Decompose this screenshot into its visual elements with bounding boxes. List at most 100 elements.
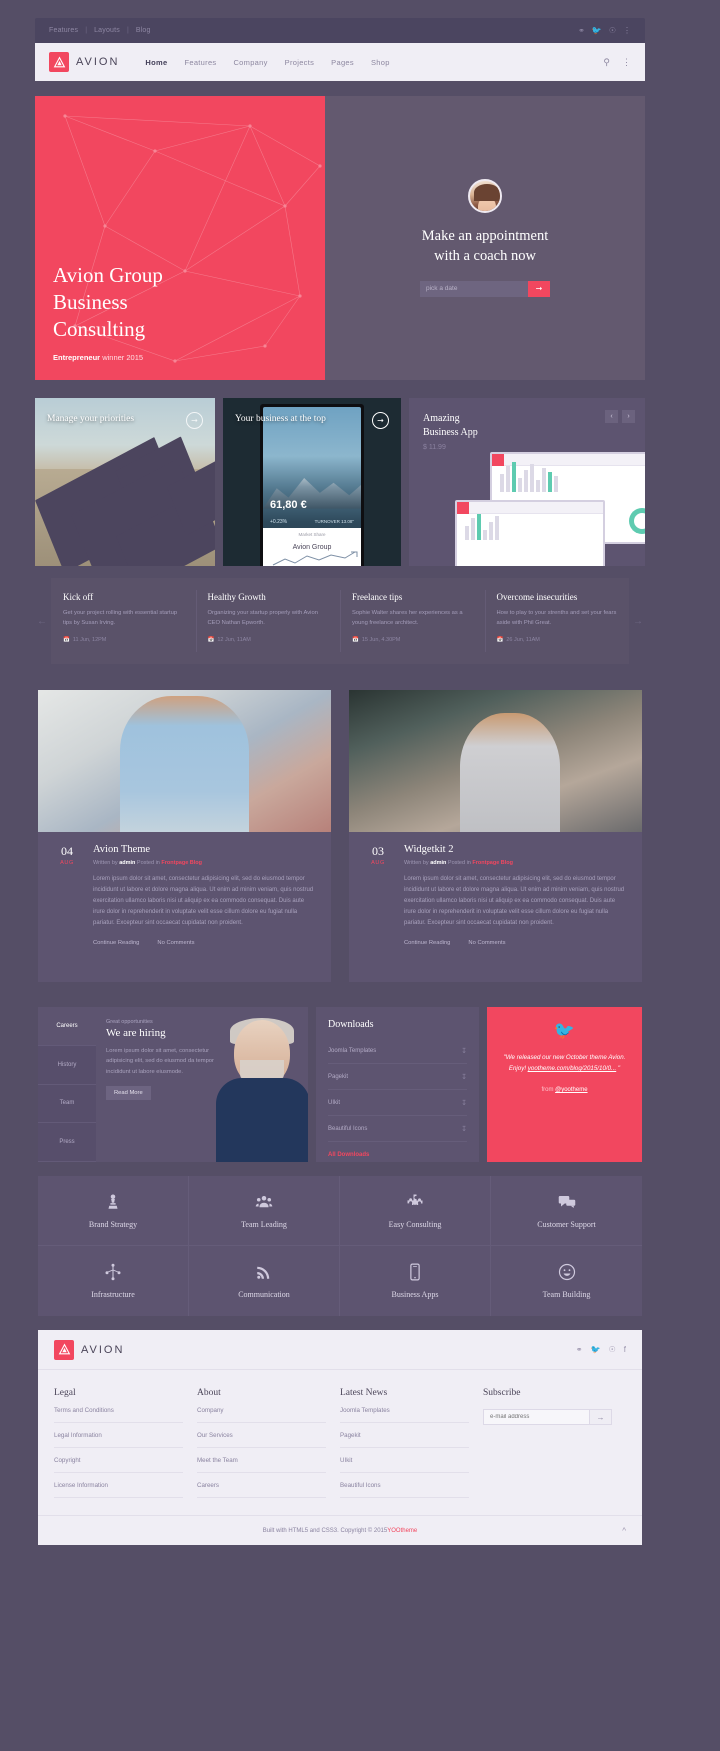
post-category[interactable]: Frontpage Blog (472, 860, 513, 866)
service-team-building[interactable]: Team Building (491, 1246, 642, 1316)
download-item[interactable]: Pagekit ↧ (328, 1064, 467, 1090)
copyright-text: Built with HTML5 and CSS3. Copyright © 2… (262, 1527, 388, 1534)
tweet-link[interactable]: yootheme.com/blog/2015/10/0... (528, 1065, 616, 1072)
services-grid: Brand Strategy Team Leading Easy Consult… (38, 1176, 642, 1316)
download-icon[interactable]: ↧ (461, 1047, 467, 1055)
continue-reading-link[interactable]: Continue Reading (93, 940, 139, 946)
footer-link[interactable]: Meet the Team (197, 1448, 326, 1473)
appointment-submit-button[interactable]: ➞ (528, 280, 550, 297)
ticker-item[interactable]: Kick off Get your project rolling with e… (51, 578, 196, 664)
nav-item-pages[interactable]: Pages (331, 58, 354, 67)
footer-link[interactable]: Company (197, 1398, 326, 1423)
service-communication[interactable]: Communication (189, 1246, 340, 1316)
copyright-brand[interactable]: YOOtheme (387, 1528, 417, 1534)
site-footer: AVION ⚭ 🐦 ☉ f Legal Terms and Conditions… (38, 1330, 642, 1545)
comments-link[interactable]: No Comments (468, 940, 505, 946)
ticker-item[interactable]: Overcome insecurities How to play to you… (484, 578, 630, 664)
downloads-panel: Downloads Joomla Templates ↧ Pagekit ↧ UIk… (316, 1007, 479, 1162)
post-author[interactable]: admin (430, 860, 446, 866)
twitter-icon[interactable]: 🐦 (591, 1345, 601, 1354)
ticker-item[interactable]: Healthy Growth Organizing your startup p… (195, 578, 341, 664)
footer-link[interactable]: UIkit (340, 1448, 469, 1473)
footer-columns: Legal Terms and Conditions Legal Informa… (38, 1370, 642, 1498)
download-item[interactable]: Beautiful Icons ↧ (328, 1116, 467, 1142)
date-picker-input[interactable] (420, 280, 528, 297)
tab-team[interactable]: Team (38, 1085, 96, 1124)
footer-link[interactable]: Legal Information (54, 1423, 183, 1448)
github-icon[interactable]: ⚭ (578, 26, 585, 35)
hero-title-line3: Consulting (53, 317, 146, 342)
brand-logo[interactable]: AVION (49, 52, 119, 72)
footer-brand-logo[interactable]: AVION (54, 1339, 124, 1360)
topbar-link-features[interactable]: Features (49, 27, 78, 34)
arrow-right-icon[interactable]: → (633, 616, 643, 627)
ticker-item[interactable]: Freelance tips Sophie Walter shares her … (340, 578, 485, 664)
arrow-right-icon[interactable]: ➞ (186, 412, 203, 429)
showcase-card-business-app[interactable]: Amazing Business App $ 11.99 ‹ › (409, 398, 645, 566)
service-easy-consulting[interactable]: Easy Consulting (340, 1176, 491, 1246)
tweet-handle[interactable]: @yootheme (555, 1087, 587, 1093)
avion-logo-icon (54, 1339, 74, 1360)
post-featured-image[interactable] (38, 690, 331, 832)
footer-link[interactable]: Copyright (54, 1448, 183, 1473)
footer-link[interactable]: Terms and Conditions (54, 1398, 183, 1423)
tab-history[interactable]: History (38, 1046, 96, 1085)
footer-column-latest-news: Latest News Joomla Templates Pagekit UIk… (340, 1388, 483, 1498)
footer-heading: Legal (54, 1388, 76, 1398)
twitter-icon[interactable]: 🐦 (592, 26, 602, 35)
more-icon[interactable]: ⋮ (623, 26, 631, 35)
subscribe-submit-button[interactable]: → (590, 1409, 612, 1425)
nav-item-projects[interactable]: Projects (285, 58, 315, 67)
google-plus-icon[interactable]: ☉ (609, 26, 616, 35)
facebook-icon[interactable]: f (624, 1345, 626, 1354)
all-downloads-link[interactable]: All Downloads (328, 1152, 467, 1158)
main-navbar: AVION Home Features Company Projects Pag… (35, 43, 645, 81)
market-share-caption: Market Share (298, 532, 326, 538)
puzzle-piece-icon (407, 1194, 423, 1205)
download-icon[interactable]: ↧ (461, 1073, 467, 1081)
post-title[interactable]: Widgetkit 2 (404, 844, 628, 855)
service-business-apps[interactable]: Business Apps (340, 1246, 491, 1316)
service-customer-support[interactable]: Customer Support (491, 1176, 642, 1246)
service-infrastructure[interactable]: Infrastructure (38, 1246, 189, 1316)
showcase-card-priorities[interactable]: Manage your priorities ➞ (35, 398, 215, 566)
tab-careers[interactable]: Careers (38, 1007, 96, 1046)
post-featured-image[interactable] (349, 690, 642, 832)
search-icon[interactable]: ⚲ (603, 57, 610, 68)
nav-item-features[interactable]: Features (184, 58, 216, 67)
read-more-button[interactable]: Read More (106, 1086, 151, 1101)
nav-item-company[interactable]: Company (233, 58, 267, 67)
download-item[interactable]: UIkit ↧ (328, 1090, 467, 1116)
footer-link[interactable]: Beautiful Icons (340, 1473, 469, 1498)
post-category[interactable]: Frontpage Blog (161, 860, 202, 866)
nav-item-home[interactable]: Home (145, 58, 167, 67)
chevron-right-icon[interactable]: › (622, 410, 635, 423)
github-icon[interactable]: ⚭ (576, 1345, 583, 1354)
google-plus-icon[interactable]: ☉ (609, 1345, 616, 1354)
chevron-up-icon[interactable]: ^ (622, 1526, 626, 1535)
download-item[interactable]: Joomla Templates ↧ (328, 1038, 467, 1064)
post-title[interactable]: Avion Theme (93, 844, 317, 855)
continue-reading-link[interactable]: Continue Reading (404, 940, 450, 946)
topbar-link-blog[interactable]: Blog (136, 27, 151, 34)
arrow-right-icon[interactable]: ➞ (372, 412, 389, 429)
post-author[interactable]: admin (119, 860, 135, 866)
download-icon[interactable]: ↧ (461, 1125, 467, 1133)
footer-link[interactable]: Our Services (197, 1423, 326, 1448)
footer-link[interactable]: Pagekit (340, 1423, 469, 1448)
kebab-menu-icon[interactable]: ⋮ (622, 57, 631, 68)
footer-link[interactable]: License Information (54, 1473, 183, 1498)
nav-item-shop[interactable]: Shop (371, 58, 390, 67)
footer-link[interactable]: Careers (197, 1473, 326, 1498)
service-team-leading[interactable]: Team Leading (189, 1176, 340, 1246)
tab-press[interactable]: Press (38, 1123, 96, 1162)
service-brand-strategy[interactable]: Brand Strategy (38, 1176, 189, 1246)
subscribe-email-input[interactable] (483, 1409, 590, 1425)
arrow-left-icon[interactable]: ← (37, 616, 47, 627)
footer-link[interactable]: Joomla Templates (340, 1398, 469, 1423)
topbar-link-layouts[interactable]: Layouts (94, 27, 120, 34)
chevron-left-icon[interactable]: ‹ (605, 410, 618, 423)
download-icon[interactable]: ↧ (461, 1099, 467, 1107)
showcase-card-business-top[interactable]: 61,80 € +0.23% TURNOVER 13.08" Market Sh… (223, 398, 401, 566)
comments-link[interactable]: No Comments (157, 940, 194, 946)
